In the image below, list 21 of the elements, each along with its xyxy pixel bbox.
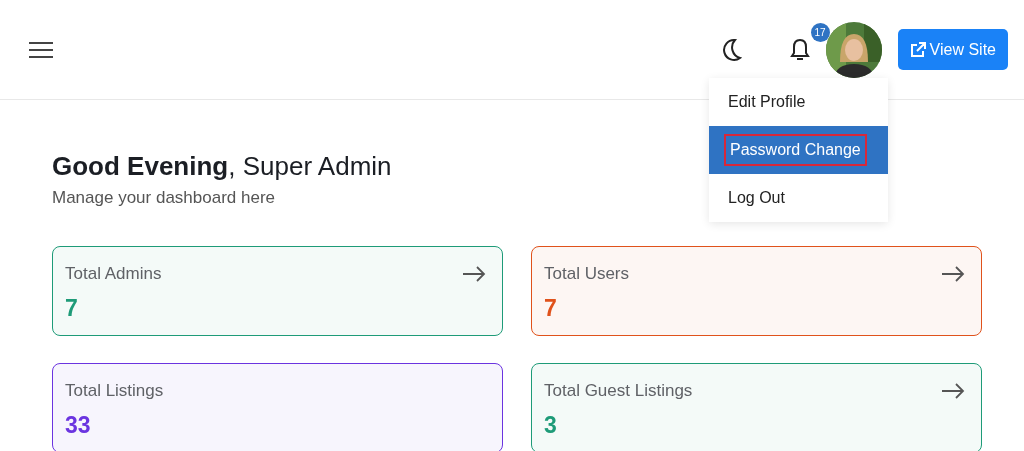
stat-value: 3 — [544, 413, 558, 437]
subtitle: Manage your dashboard here — [52, 186, 276, 209]
external-link-icon — [909, 41, 926, 58]
stat-title: Total Admins — [65, 263, 162, 286]
menu-item[interactable]: Edit Profile — [709, 78, 888, 126]
stat-title: Total Listings — [65, 380, 164, 403]
bell-icon[interactable] — [789, 37, 810, 62]
stat-value: 7 — [65, 296, 79, 320]
arrow-icon[interactable] — [941, 265, 965, 282]
arrow-icon[interactable] — [941, 382, 965, 399]
menu-item[interactable]: Password Change — [709, 126, 888, 174]
menu-item[interactable]: Log Out — [709, 174, 888, 222]
greeting: Good Evening, Super Admin — [52, 152, 392, 181]
notification-count: 17 — [810, 23, 830, 43]
stat-title: Total Users — [544, 263, 630, 286]
arrow-icon[interactable] — [462, 265, 486, 282]
stat-value: 7 — [544, 296, 558, 320]
view-site-button[interactable]: View Site — [897, 29, 1008, 70]
stat-title: Total Guest Listings — [544, 380, 693, 403]
stat-value: 33 — [65, 413, 92, 437]
menu-icon[interactable] — [28, 39, 54, 60]
